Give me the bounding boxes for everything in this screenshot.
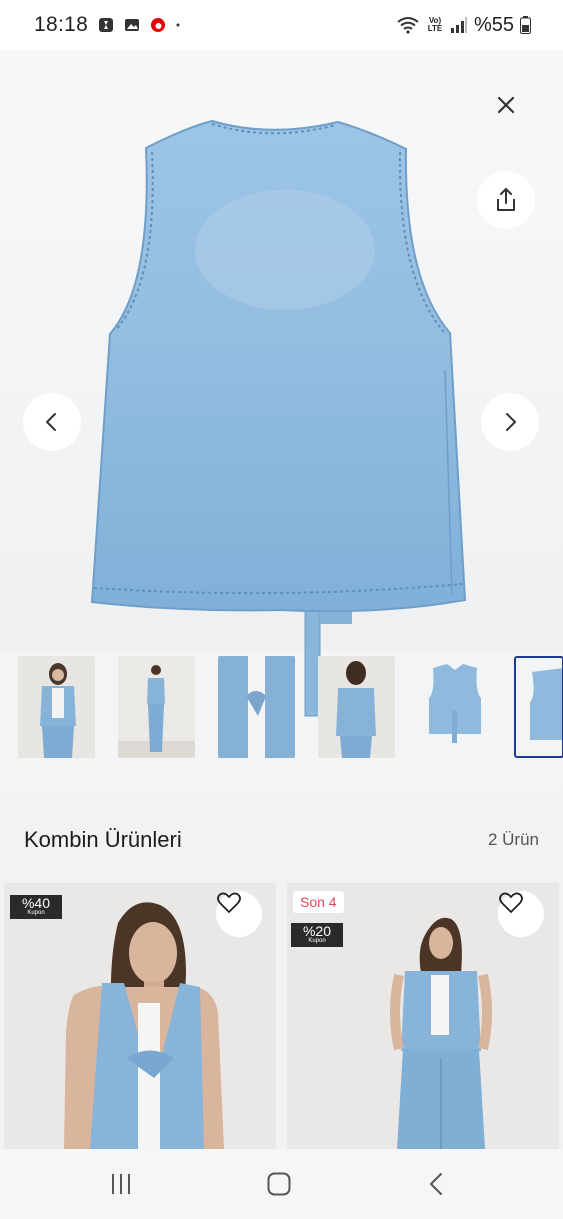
coupon-percent-1: %40 — [21, 895, 51, 911]
whatsapp-icon — [99, 18, 114, 32]
product-cards: %40 Kupon Son 4 %20 Kupon — [0, 883, 563, 1149]
thumbnail-6[interactable] — [514, 656, 563, 758]
wifi-icon — [397, 17, 419, 34]
coupon-label-2: Kupon — [308, 938, 326, 944]
heart-icon — [499, 892, 523, 913]
next-image-button[interactable] — [481, 393, 539, 451]
battery-icon — [520, 16, 531, 34]
product-card-2[interactable]: Son 4 %20 Kupon — [287, 883, 559, 1149]
thumbnail-strip — [0, 654, 563, 762]
back-icon[interactable] — [424, 1171, 450, 1197]
coupon-badge-1: %40 Kupon — [10, 895, 62, 919]
network-label: Vo) LTE — [427, 16, 443, 33]
coupon-badge-2: %20 Kupon — [291, 923, 343, 947]
gallery-icon — [125, 19, 140, 31]
product-image[interactable] — [0, 50, 563, 730]
coupon-percent-2: %20 — [302, 923, 332, 939]
close-button[interactable] — [488, 87, 524, 123]
status-left: 18:18 — [34, 13, 184, 37]
close-icon — [497, 96, 515, 114]
status-time: 18:18 — [34, 13, 89, 36]
favorite-button-1[interactable] — [216, 891, 262, 937]
status-bar: 18:18 Vo) LTE %55 — [0, 0, 563, 50]
chevron-left-icon — [46, 413, 56, 431]
thumbnail-2[interactable] — [118, 656, 195, 758]
coupon-label-1: Kupon — [27, 910, 45, 916]
system-navigation-bar — [0, 1149, 563, 1219]
recent-apps-icon[interactable] — [108, 1171, 134, 1197]
battery-text: %55 — [473, 13, 514, 36]
share-icon — [497, 188, 515, 211]
combine-section-header: Kombin Ürünleri 2 Ürün — [0, 797, 563, 882]
chevron-right-icon — [506, 413, 516, 431]
thumbnail-3[interactable] — [218, 656, 295, 758]
status-right: Vo) LTE %55 — [396, 14, 531, 37]
product-card-1[interactable]: %40 Kupon — [4, 883, 276, 1149]
vodafone-icon — [151, 18, 166, 32]
dot-icon — [176, 23, 180, 27]
thumbnail-1[interactable] — [18, 656, 95, 758]
home-icon[interactable] — [266, 1171, 292, 1197]
thumbnail-4[interactable] — [318, 656, 395, 758]
product-gallery — [0, 50, 563, 795]
combine-count: 2 Ürün — [487, 829, 539, 849]
combine-title: Kombin Ürünleri — [24, 826, 182, 852]
favorite-button-2[interactable] — [498, 891, 544, 937]
signal-icon — [450, 17, 467, 33]
thumbnail-5[interactable] — [417, 656, 494, 758]
share-button[interactable] — [477, 171, 535, 229]
heart-icon — [217, 892, 241, 913]
stock-badge: Son 4 — [293, 891, 344, 913]
previous-image-button[interactable] — [23, 393, 81, 451]
